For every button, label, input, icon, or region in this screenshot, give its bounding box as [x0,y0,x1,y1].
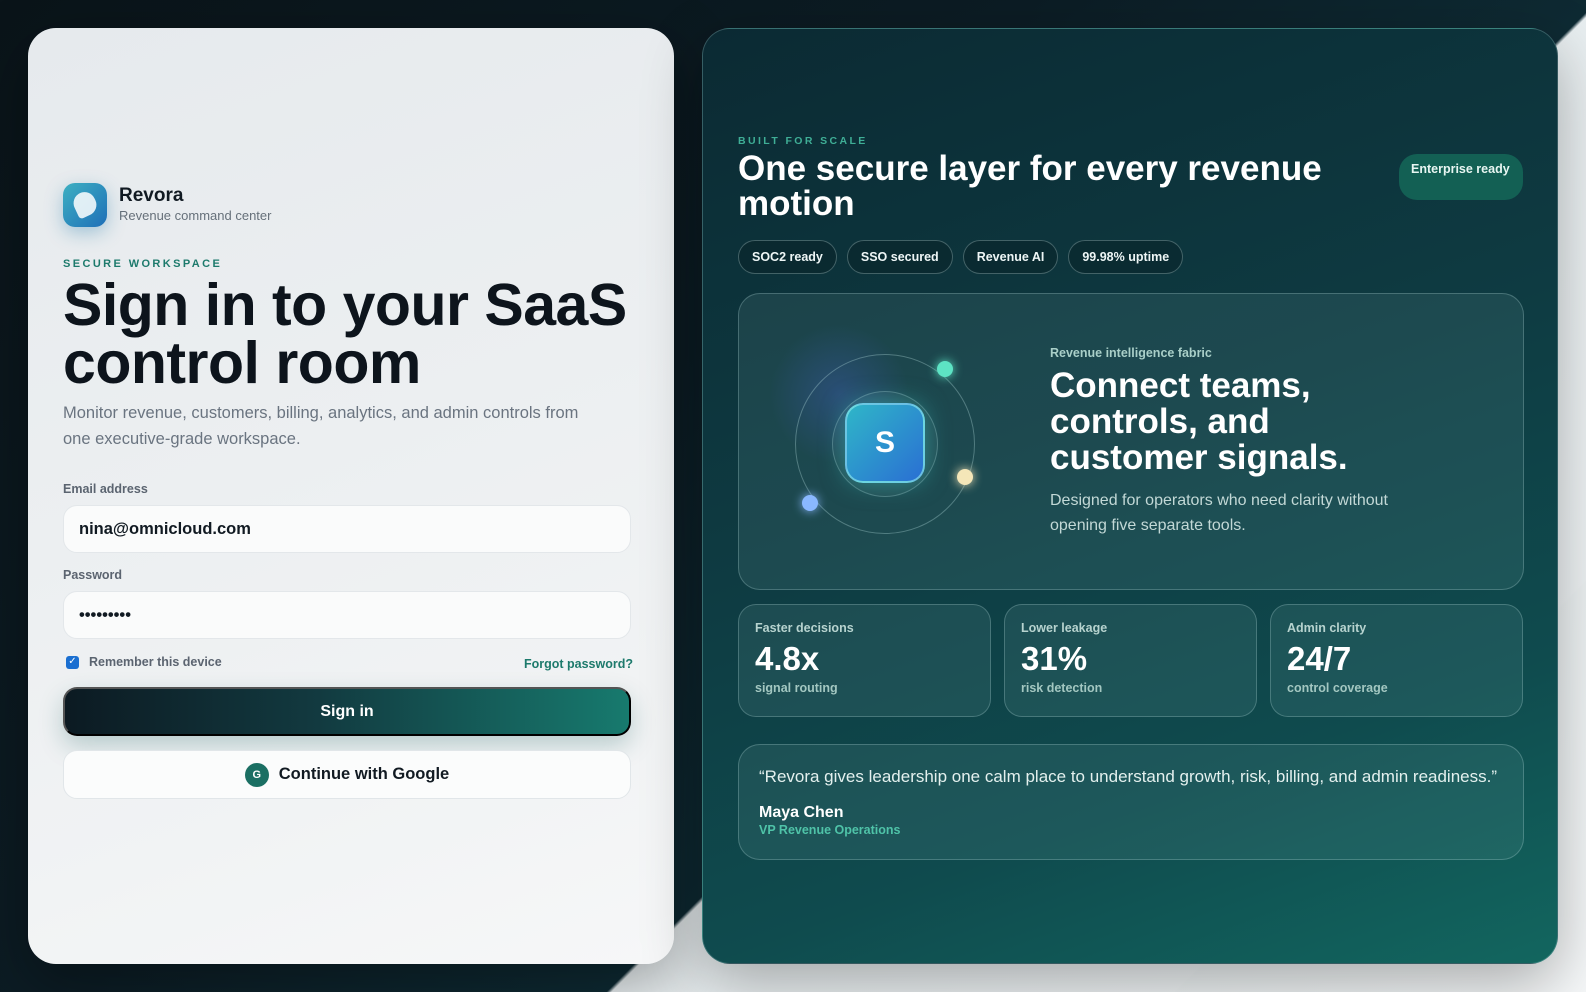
pill-sso: SSO secured [846,240,953,274]
testimonial-name: Maya Chen [759,804,844,821]
signin-eyebrow: SECURE WORKSPACE [63,258,223,270]
enterprise-badge: Enterprise ready [1399,154,1523,200]
remember-label: Remember this device [89,655,222,669]
checkbox-checked-icon[interactable]: ✓ [66,655,79,669]
stat-label: Lower leakage [1021,621,1108,635]
google-signin-label: Continue with Google [278,765,450,783]
password-field[interactable] [79,605,615,625]
testimonial-card: “Revora gives leadership one calm place … [738,744,1524,860]
email-field[interactable] [79,519,615,539]
orbit-illustration: S [769,324,1009,564]
signin-lead: Monitor revenue, customers, billing, ana… [63,404,579,448]
signin-title: Sign in to your SaaS control room [63,272,627,396]
brand: Revora Revenue command center [63,183,271,227]
signin-button[interactable]: Sign in [63,687,631,736]
orbit-dot-teal [937,361,953,377]
pill-revenue-ai: Revenue AI [962,240,1059,274]
signin-card: Revora Revenue command center SECURE WOR… [28,28,674,964]
google-badge-icon: G [244,762,269,787]
stats-row: Faster decisions 4.8x signal routing Low… [738,604,1523,717]
hero-subtitle: Designed for operators who need clarity … [1050,492,1388,534]
brand-logo-icon [63,183,107,227]
password-field-wrap [63,591,631,639]
google-signin-button[interactable]: G Continue with Google [63,750,631,799]
hero-eyebrow: Revenue intelligence fabric [1050,346,1212,360]
pill-soc2: SOC2 ready [738,240,837,274]
hero-title: Connect teams, controls, and customer si… [1050,366,1348,477]
stat-label: Faster decisions [755,621,854,635]
stat-label: Admin clarity [1287,621,1367,635]
showcase-panel: BUILT FOR SCALE One secure layer for eve… [702,28,1558,964]
orbit-dot-blue [802,495,818,511]
orbit-dot-cream [957,469,973,485]
forgot-password-link[interactable]: Forgot password? [524,657,633,671]
stat-card: Lower leakage 31% risk detection [1004,604,1257,717]
password-label: Password [63,568,123,582]
stat-value: 4.8x [755,640,820,677]
testimonial-quote: “Revora gives leadership one calm place … [759,767,1497,786]
brand-tagline: Revenue command center [119,208,272,223]
stat-sub: control coverage [1287,681,1388,695]
email-label: Email address [63,482,148,496]
stat-card: Faster decisions 4.8x signal routing [738,604,991,717]
stat-sub: signal routing [755,681,838,695]
stat-card: Admin clarity 24/7 control coverage [1270,604,1523,717]
pill-uptime: 99.98% uptime [1068,240,1184,274]
stat-sub: risk detection [1021,681,1103,695]
hub-tile-icon: S [845,403,925,483]
showcase-eyebrow: BUILT FOR SCALE [738,135,868,147]
feature-pills: SOC2 ready SSO secured Revenue AI 99.98%… [738,240,1184,274]
testimonial-role: VP Revenue Operations [759,823,901,837]
remember-device[interactable]: ✓ Remember this device [66,655,222,669]
email-field-wrap [63,505,631,553]
hero-panel: S Revenue intelligence fabric Connect te… [738,293,1524,590]
stat-value: 31% [1021,640,1088,677]
showcase-title: One secure layer for every revenue motio… [738,149,1322,223]
stat-value: 24/7 [1287,640,1352,677]
brand-name: Revora [119,185,184,206]
